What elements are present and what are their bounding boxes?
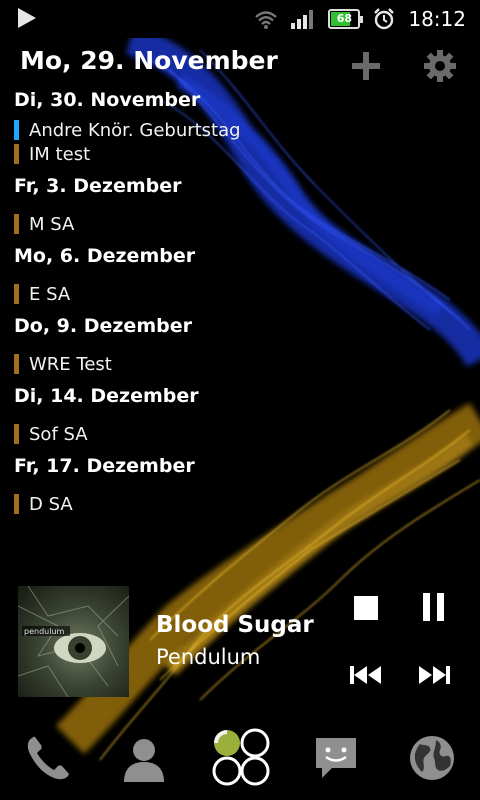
previous-icon xyxy=(350,666,381,684)
stop-button[interactable] xyxy=(350,592,382,624)
event-color-bar xyxy=(14,144,19,164)
pause-button[interactable] xyxy=(418,590,450,624)
agenda-list: Di, 30. November Andre Knör. Geburtstag … xyxy=(14,86,314,516)
agenda-day: Fr, 3. Dezember xyxy=(14,175,182,197)
app-dock xyxy=(0,726,480,800)
agenda-event[interactable]: Andre Knör. Geburtstag xyxy=(14,118,314,142)
stop-icon xyxy=(354,596,378,620)
agenda-day: Do, 9. Dezember xyxy=(14,315,192,337)
album-art[interactable]: pendulum xyxy=(17,585,130,698)
previous-button[interactable] xyxy=(348,662,384,688)
browser-button[interactable] xyxy=(400,726,464,790)
agenda-event[interactable]: E SA xyxy=(14,282,314,306)
song-artist: Pendulum xyxy=(156,645,261,669)
event-label: Sof SA xyxy=(29,423,88,445)
wifi-icon xyxy=(254,8,278,30)
agenda-event[interactable]: D SA xyxy=(14,492,314,516)
messages-button[interactable] xyxy=(304,726,368,790)
agenda-group: Do, 9. Dezember WRE Test xyxy=(14,312,314,376)
battery-icon: 68 xyxy=(328,9,364,29)
contacts-icon xyxy=(124,739,164,782)
agenda-event[interactable]: WRE Test xyxy=(14,352,314,376)
agenda-group: Fr, 3. Dezember M SA xyxy=(14,172,314,236)
album-art-text: pendulum xyxy=(24,627,65,636)
messages-icon xyxy=(316,738,356,778)
media-playing-icon xyxy=(16,6,38,34)
event-label: Andre Knör. Geburtstag xyxy=(29,119,241,141)
agenda-event[interactable]: IM test xyxy=(14,142,314,166)
phone-icon xyxy=(27,736,69,780)
agenda-day: Mo, 6. Dezember xyxy=(14,245,196,267)
pause-icon xyxy=(423,593,444,621)
event-color-bar xyxy=(14,284,19,304)
event-label: WRE Test xyxy=(29,353,112,375)
agenda-group: Fr, 17. Dezember D SA xyxy=(14,452,314,516)
battery-level: 68 xyxy=(336,12,353,25)
agenda-group: Di, 30. November Andre Knör. Geburtstag … xyxy=(14,86,314,166)
all-apps-icon xyxy=(212,728,270,786)
event-color-bar xyxy=(14,424,19,444)
event-color-bar xyxy=(14,120,19,140)
settings-gear-icon[interactable] xyxy=(422,48,458,84)
agenda-day: Di, 30. November xyxy=(14,89,201,111)
event-color-bar xyxy=(14,494,19,514)
event-label: D SA xyxy=(29,493,73,515)
agenda-group: Di, 14. Dezember Sof SA xyxy=(14,382,314,446)
calendar-today-header[interactable]: Mo, 29. November xyxy=(20,46,278,75)
status-bar: 68 18:12 xyxy=(0,0,480,38)
add-event-icon[interactable] xyxy=(348,48,384,84)
event-label: IM test xyxy=(29,143,91,165)
browser-icon xyxy=(410,736,454,780)
all-apps-button[interactable] xyxy=(206,722,276,792)
agenda-day: Di, 14. Dezember xyxy=(14,385,199,407)
signal-icon xyxy=(290,8,316,30)
agenda-group: Mo, 6. Dezember E SA xyxy=(14,242,314,306)
clock: 18:12 xyxy=(408,7,466,31)
song-title: Blood Sugar xyxy=(156,612,314,638)
event-color-bar xyxy=(14,354,19,374)
contacts-button[interactable] xyxy=(112,726,176,790)
agenda-event[interactable]: Sof SA xyxy=(14,422,314,446)
alarm-icon xyxy=(372,7,396,31)
next-icon xyxy=(419,666,450,684)
event-color-bar xyxy=(14,214,19,234)
agenda-day: Fr, 17. Dezember xyxy=(14,455,195,477)
event-label: E SA xyxy=(29,283,71,305)
phone-button[interactable] xyxy=(16,726,80,790)
event-label: M SA xyxy=(29,213,75,235)
agenda-event[interactable]: M SA xyxy=(14,212,314,236)
next-button[interactable] xyxy=(416,662,452,688)
